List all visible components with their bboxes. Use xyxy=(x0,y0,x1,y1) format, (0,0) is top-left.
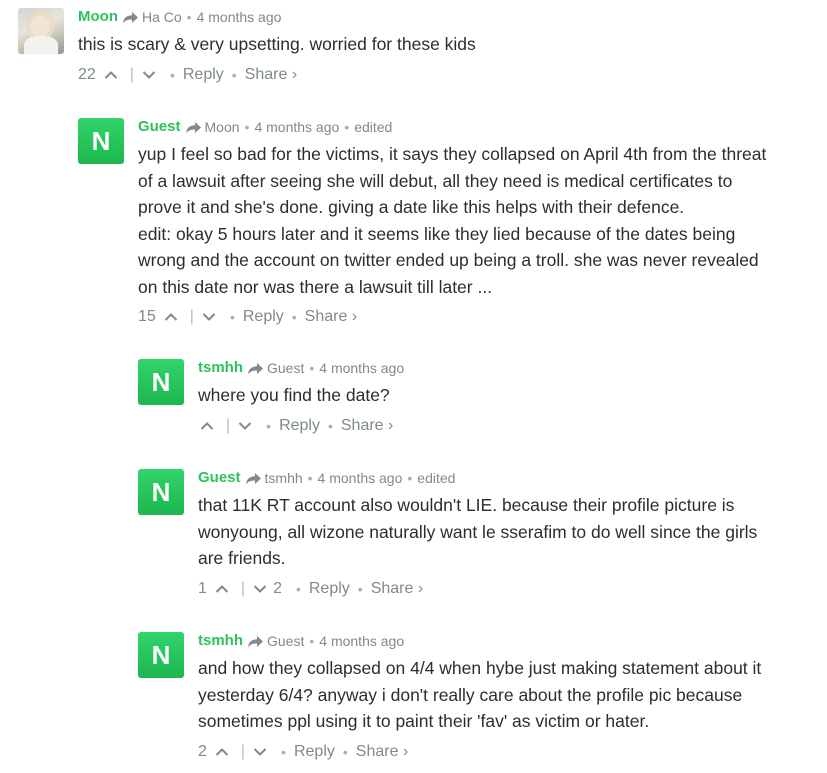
reply-arrow-icon xyxy=(122,11,138,23)
comment-footer: 2 | • Reply • Share › xyxy=(198,742,409,761)
parent-author[interactable]: Guest xyxy=(267,632,304,650)
comment-text: yup I feel so bad for the victims, it sa… xyxy=(138,144,767,297)
reply-link[interactable]: Reply xyxy=(279,417,320,435)
chevron-up-icon[interactable] xyxy=(164,312,178,322)
comment-meta: Guest Moon • 4 months ago • edited xyxy=(138,118,393,136)
author-name[interactable]: Guest xyxy=(138,118,181,136)
chevron-down-icon[interactable] xyxy=(238,421,252,431)
comment: N Guest Moon • 4 months ago • edited yup… xyxy=(78,118,820,326)
comment-text: this is scary & very upsetting. worried … xyxy=(78,34,476,54)
comment: Moon Ha Co • 4 months ago this is scary … xyxy=(18,8,818,84)
parent-author[interactable]: Moon xyxy=(205,118,240,136)
comment-meta: Guest tsmhh • 4 months ago • edited xyxy=(198,469,456,487)
comment-text: where you find the date? xyxy=(198,385,390,405)
author-name[interactable]: tsmhh xyxy=(198,359,243,377)
timestamp[interactable]: 4 months ago xyxy=(197,8,282,26)
comment-meta: tsmhh Guest • 4 months ago xyxy=(198,359,405,377)
reply-arrow-icon xyxy=(185,121,201,133)
share-link[interactable]: Share › xyxy=(341,417,393,435)
chevron-down-icon[interactable] xyxy=(253,747,267,757)
upvote-count: 1 xyxy=(198,579,207,597)
comment: N Guest tsmhh • 4 months ago • edited th… xyxy=(138,469,820,598)
reply-link[interactable]: Reply xyxy=(243,308,284,326)
comment-footer: | • Reply • Share › xyxy=(198,417,820,435)
edited-label: edited xyxy=(417,470,456,486)
comment: N tsmhh Guest • 4 months ago where you f… xyxy=(138,359,820,435)
avatar[interactable] xyxy=(18,8,64,54)
upvote-count: 22 xyxy=(78,65,96,83)
reply-link[interactable]: Reply xyxy=(294,743,335,761)
comment-meta: Moon Ha Co • 4 months ago xyxy=(78,8,282,26)
timestamp[interactable]: 4 months ago xyxy=(254,118,339,136)
comment-footer: 1 | 2 • Reply • Share › xyxy=(198,579,424,598)
downvote-count: 2 xyxy=(273,579,282,597)
comment-footer: 22 | • Reply • Share › xyxy=(78,65,298,84)
chevron-up-icon[interactable] xyxy=(200,421,214,431)
author-name[interactable]: Moon xyxy=(78,8,118,26)
share-link[interactable]: Share › xyxy=(245,66,297,84)
comment-footer: 15 | • Reply • Share › xyxy=(138,308,358,326)
comment: N tsmhh Guest • 4 months ago and how the… xyxy=(138,632,820,761)
reply-arrow-icon xyxy=(248,362,263,374)
parent-author[interactable]: Ha Co xyxy=(142,8,182,26)
chevron-down-icon[interactable] xyxy=(142,70,156,80)
parent-author[interactable]: Guest xyxy=(267,359,304,377)
parent-author[interactable]: tsmhh xyxy=(265,469,303,487)
chevron-up-icon[interactable] xyxy=(104,70,118,80)
chevron-up-icon[interactable] xyxy=(215,747,229,757)
author-name[interactable]: Guest xyxy=(198,469,241,487)
reply-link[interactable]: Reply xyxy=(183,66,224,84)
share-link[interactable]: Share › xyxy=(356,743,408,761)
upvote-count: 15 xyxy=(138,308,156,325)
reply-link[interactable]: Reply xyxy=(309,580,350,598)
chevron-down-icon[interactable] xyxy=(253,584,267,594)
share-link[interactable]: Share › xyxy=(305,308,357,326)
avatar[interactable]: N xyxy=(138,469,184,515)
timestamp[interactable]: 4 months ago xyxy=(318,469,403,487)
avatar[interactable]: N xyxy=(138,632,184,678)
reply-arrow-icon xyxy=(248,635,263,647)
upvote-count: 2 xyxy=(198,742,207,760)
avatar[interactable]: N xyxy=(138,359,184,405)
comment-text: and how they collapsed on 4/4 when hybe … xyxy=(198,658,762,731)
chevron-down-icon[interactable] xyxy=(202,312,216,322)
comment-text: that 11K RT account also wouldn't LIE. b… xyxy=(198,495,758,568)
share-link[interactable]: Share › xyxy=(371,580,423,598)
avatar[interactable]: N xyxy=(78,118,124,164)
timestamp[interactable]: 4 months ago xyxy=(319,632,404,650)
reply-arrow-icon xyxy=(245,472,261,484)
edited-label: edited xyxy=(354,119,393,135)
comment-meta: tsmhh Guest • 4 months ago xyxy=(198,632,405,650)
author-name[interactable]: tsmhh xyxy=(198,632,243,650)
chevron-up-icon[interactable] xyxy=(215,584,229,594)
timestamp[interactable]: 4 months ago xyxy=(319,359,404,377)
